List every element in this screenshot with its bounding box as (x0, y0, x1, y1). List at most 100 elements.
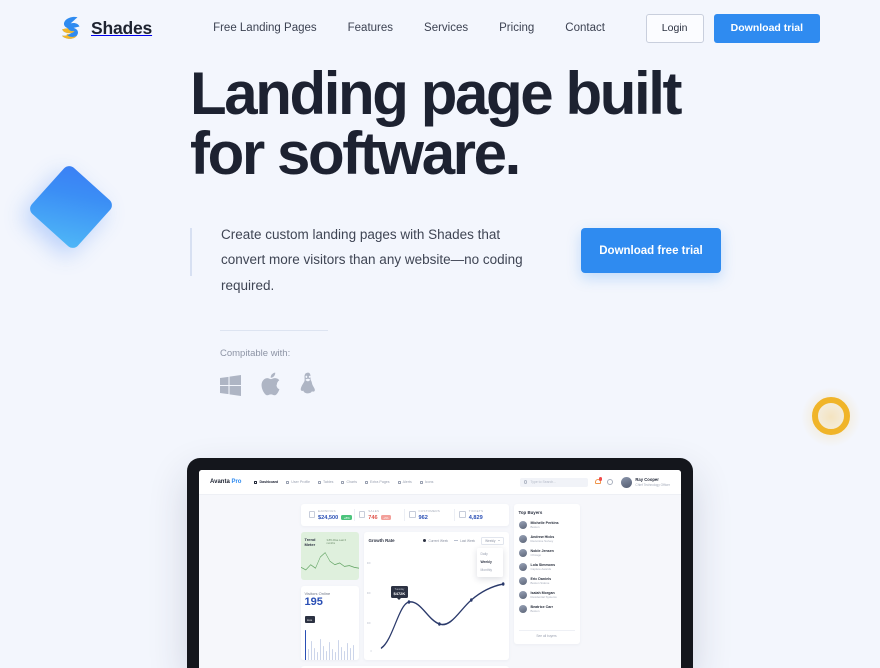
trend-meter-card: Trend Meter 3.8% Rise Last 6 months (301, 532, 359, 580)
bar (314, 648, 316, 660)
download-trial-button[interactable]: Download trial (714, 14, 820, 43)
avatar (519, 521, 528, 530)
stat-card-customers[interactable]: CUSTOMERS 962 (404, 509, 454, 521)
list-item[interactable]: Lola Simmons Capture Awards (519, 563, 575, 572)
bar (329, 642, 331, 659)
buyer-meta: Boston (531, 525, 559, 529)
shades-logo-icon (60, 16, 82, 40)
download-free-trial-button[interactable]: Download free trial (581, 228, 721, 273)
hero-subtitle: Create custom landing pages with Shades … (221, 222, 531, 298)
dashboard-nav-tables[interactable]: Tables (318, 480, 333, 484)
list-item[interactable]: Noble Jensen Chicago (519, 549, 575, 558)
dropdown-option-weekly[interactable]: Weekly (477, 558, 503, 566)
list-item[interactable]: Isaiah Morgan Residential Systems (519, 591, 575, 600)
legend-marker (423, 539, 426, 542)
dashboard-nav-charts[interactable]: Charts (341, 480, 357, 484)
stat-card-earnings[interactable]: EARNINGS $24,500 +8% (305, 509, 354, 521)
list-item[interactable]: Andrew Hicks Recursive Survey (519, 535, 575, 544)
dashboard-brand[interactable]: Avanta Pro (210, 479, 241, 485)
bar (341, 647, 343, 660)
buyer-name: Beatrice Carr (531, 605, 554, 609)
legend-label: Last Week (460, 539, 475, 543)
compatibility-icons (220, 372, 328, 396)
buyer-meta: Capture Awards (531, 567, 556, 571)
alert-icon (398, 481, 401, 484)
site-header: Shades Free Landing Pages Features Servi… (0, 0, 880, 56)
bar (332, 649, 334, 660)
bar (344, 651, 346, 660)
dashboard-nav-label: Tables (323, 480, 333, 484)
y-axis-tick: 0 (370, 648, 372, 653)
growth-rate-tooltip: Tuesday $472K (391, 586, 409, 598)
visitors-online-title: Visitors Online (305, 591, 355, 596)
stat-label: SALES (368, 509, 391, 513)
buyer-meta: Chicago (531, 553, 554, 557)
stat-label: TICKETS (469, 509, 483, 513)
list-item[interactable]: Beatrice Carr Boston (519, 605, 575, 614)
list-item[interactable]: Michelle Perkins Boston (519, 521, 575, 530)
windows-icon (220, 375, 241, 396)
dashboard-user-role: Chief Technology Officer (635, 483, 670, 487)
buyer-name: Eric Daniels (531, 577, 552, 581)
buyer-meta: Recursive Survey (531, 539, 555, 543)
nav-item-pricing[interactable]: Pricing (499, 22, 534, 34)
brand-logo-link[interactable]: Shades (60, 16, 152, 40)
bar (305, 630, 307, 660)
top-buyers-title: Top Buyers (519, 510, 575, 515)
dashboard-user-name: Ray Cooper (635, 477, 670, 482)
dashboard-icon (254, 481, 257, 484)
dashboard-nav-extra-pages[interactable]: Extra Pages (365, 480, 390, 484)
dashboard-nav-icons[interactable]: Icons (420, 480, 434, 484)
dashboard-screen: Avanta Pro Dashboard User Profile Tables (199, 470, 681, 668)
dropdown-option-daily[interactable]: Daily (477, 550, 503, 558)
bar (335, 652, 337, 659)
dashboard-nav-dashboard[interactable]: Dashboard (254, 480, 278, 484)
status-badge: -2% (381, 515, 391, 521)
y-axis-tick: 300 (366, 620, 370, 625)
dashboard-topbar: Avanta Pro Dashboard User Profile Tables (199, 470, 681, 495)
stat-card-sales[interactable]: SALES 746 -2% (354, 509, 404, 521)
search-placeholder: Type to Search... (530, 480, 556, 484)
dashboard-nav-user-profile[interactable]: User Profile (286, 480, 310, 484)
pages-icon (365, 481, 368, 484)
dropdown-option-monthly[interactable]: Monthly (477, 566, 503, 574)
dashboard-brand-primary: Avanta (210, 479, 230, 485)
bar (320, 639, 322, 659)
compatibility-section: Compitable with: (220, 330, 328, 396)
growth-period-dropdown[interactable]: Daily Weekly Monthly (477, 548, 503, 577)
dashboard-nav-alerts[interactable]: Alerts (398, 480, 412, 484)
list-item[interactable]: Eric Daniels Boston Sidone (519, 577, 575, 586)
left-panel-column: Trend Meter 3.8% Rise Last 6 months Visi… (301, 532, 359, 660)
sales-icon (359, 511, 366, 518)
chart-icon (341, 481, 344, 484)
dashboard-nav-label: Icons (425, 480, 434, 484)
nav-item-features[interactable]: Features (348, 22, 393, 34)
stat-card-tickets[interactable]: TICKETS 4,829 (454, 509, 504, 521)
customers-icon (409, 511, 416, 518)
visitors-online-value: 195 (305, 597, 355, 608)
buyer-name: Noble Jensen (531, 549, 554, 553)
apple-icon (260, 372, 281, 396)
legend-label: Current Week (428, 539, 448, 543)
growth-period-select[interactable]: Weekly (481, 537, 503, 545)
dashboard-user-menu[interactable]: Ray Cooper Chief Technology Officer (621, 477, 670, 488)
buyer-meta: Boston (531, 609, 554, 613)
bar (338, 640, 340, 659)
buyer-meta: Residential Systems (531, 595, 557, 599)
y-axis-tick: 600 (366, 590, 370, 595)
stat-value: 962 (419, 515, 428, 521)
nav-item-services[interactable]: Services (424, 22, 468, 34)
decorative-blue-diamond (27, 163, 115, 251)
nav-item-contact[interactable]: Contact (565, 22, 605, 34)
search-icon (524, 480, 528, 484)
dashboard-nav-label: Charts (346, 480, 357, 484)
star-icon (420, 481, 423, 484)
gear-icon[interactable] (607, 479, 613, 485)
nav-item-free-landing-pages[interactable]: Free Landing Pages (213, 22, 317, 34)
visitors-live-tag: Live (305, 616, 315, 622)
login-button[interactable]: Login (646, 14, 704, 43)
bar (353, 645, 355, 659)
dashboard-search-input[interactable]: Type to Search... (520, 478, 588, 487)
notification-bell-icon[interactable] (595, 479, 601, 486)
see-all-buyers-link[interactable]: See all buyers (519, 630, 575, 639)
